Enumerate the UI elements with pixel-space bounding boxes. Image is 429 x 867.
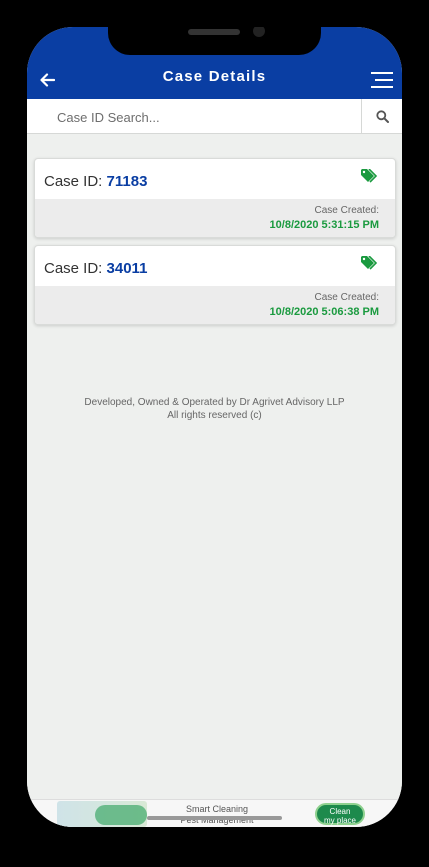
copyright-line-1: Developed, Owned & Operated by Dr Agrive… xyxy=(84,397,345,408)
search-button[interactable] xyxy=(361,99,402,133)
case-id-row: Case ID: 71183 xyxy=(44,173,147,190)
ad-logo-line-1: Clean xyxy=(329,807,351,816)
case-card[interactable]: Case ID: 34011 Case Created: 10/8/2020 5… xyxy=(34,245,396,325)
tags-icon xyxy=(361,256,378,270)
case-created-label: Case Created: xyxy=(314,292,379,303)
copyright-text: Developed, Owned & Operated by Dr Agrive… xyxy=(27,396,402,422)
copyright-line-2: All rights reserved (c) xyxy=(167,410,262,421)
notch xyxy=(108,27,321,55)
menu-button[interactable] xyxy=(368,67,396,93)
case-card-footer: Case Created: 10/8/2020 5:06:38 PM xyxy=(35,286,395,324)
case-card-footer: Case Created: 10/8/2020 5:31:15 PM xyxy=(35,199,395,237)
search-bar xyxy=(27,99,402,134)
case-id-label: Case ID: xyxy=(44,260,103,277)
hamburger-menu-icon xyxy=(371,72,393,88)
ad-logo: Clean my place xyxy=(315,803,365,825)
ad-banner[interactable]: Smart Cleaning Pest Management Clean my … xyxy=(27,799,402,827)
camera xyxy=(253,27,265,37)
case-card-header: Case ID: 71183 xyxy=(35,159,395,199)
case-id-value: 34011 xyxy=(106,260,148,277)
case-card-header: Case ID: 34011 xyxy=(35,246,395,286)
case-created-date: 10/8/2020 5:06:38 PM xyxy=(269,306,379,318)
case-id-value: 71183 xyxy=(106,173,148,190)
tags-icon xyxy=(361,169,378,183)
case-id-label: Case ID: xyxy=(44,173,103,190)
speaker xyxy=(188,29,240,35)
ad-badge xyxy=(95,805,147,825)
case-created-date: 10/8/2020 5:31:15 PM xyxy=(269,219,379,231)
ad-image xyxy=(57,801,147,827)
case-id-row: Case ID: 34011 xyxy=(44,260,147,277)
search-input[interactable] xyxy=(55,105,359,129)
ad-text: Smart Cleaning Pest Management xyxy=(167,804,267,826)
case-list: Case ID: 71183 Case Created: 10/8/2020 5… xyxy=(27,134,402,799)
search-icon xyxy=(375,109,389,123)
home-indicator[interactable] xyxy=(147,816,282,820)
phone-screen: Case Details Case ID: 71183 xyxy=(27,27,402,827)
ad-logo-line-2: my place xyxy=(323,816,356,825)
page-title: Case Details xyxy=(162,68,267,85)
case-card[interactable]: Case ID: 71183 Case Created: 10/8/2020 5… xyxy=(34,158,396,238)
case-created-label: Case Created: xyxy=(314,205,379,216)
ad-line-1: Smart Cleaning xyxy=(185,804,249,814)
